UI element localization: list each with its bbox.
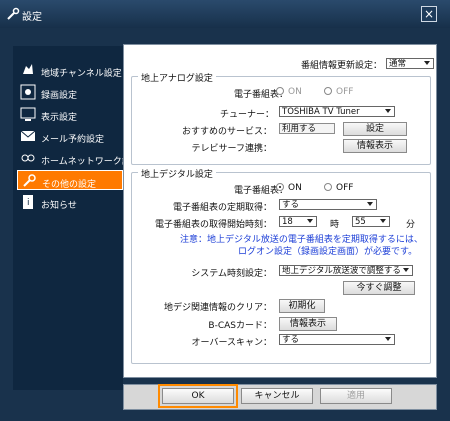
guide-update-label: 番組情報更新設定： xyxy=(300,61,382,71)
svg-text:i: i xyxy=(27,198,30,208)
guide-update-select[interactable]: 通常 xyxy=(386,58,434,69)
window-title: 設定 xyxy=(22,12,42,23)
bcas-label: B-CASカード： xyxy=(208,321,272,331)
chevron-down-icon xyxy=(385,337,391,341)
record-icon xyxy=(20,84,36,100)
minute-unit-label: 分 xyxy=(406,220,416,230)
map-icon xyxy=(23,64,33,74)
sidebar-item-label: 地域チャンネル設定 xyxy=(41,69,122,79)
chevron-down-icon xyxy=(380,219,386,223)
minute-select[interactable]: 55 xyxy=(352,216,390,227)
analog-epg-off-label: OFF xyxy=(336,87,354,97)
sidebar-item-region-channel[interactable]: 地域チャンネル設定 xyxy=(17,60,123,80)
notice-line-2: ログオン設定（録画設定画面）が必要です。 xyxy=(238,247,418,257)
settings-window: 設定 × 地域チャンネル設定 録画設定 表示設定 メール予約設定 ホームネットワ… xyxy=(0,0,450,421)
settings-panel: 番組情報更新設定： 通常 地上アナログ設定 電子番組表： ON OFF チューナ… xyxy=(123,44,437,378)
digital-settings-group: 地上デジタル設定 電子番組表： ON OFF 電子番組表の定期取得： する 電子… xyxy=(131,167,431,364)
system-clock-select[interactable]: 地上デジタル放送波で調整する xyxy=(279,265,413,276)
mail-icon xyxy=(20,130,36,141)
sidebar-item-label: 録画設定 xyxy=(41,91,78,101)
analog-epg-off-radio[interactable] xyxy=(324,87,332,95)
sidebar-item-mail-reservation[interactable]: メール予約設定 xyxy=(17,126,123,146)
telesurf-info-button[interactable]: 情報表示 xyxy=(343,139,407,153)
digital-epg-off-radio[interactable] xyxy=(324,183,332,191)
apply-button[interactable]: 適用 xyxy=(320,388,392,404)
analog-settings-group: 地上アナログ設定 電子番組表： ON OFF チューナー： TOSHIBA TV… xyxy=(131,71,431,165)
sidebar-item-recording[interactable]: 録画設定 xyxy=(17,82,123,102)
chevron-down-icon xyxy=(307,219,313,223)
digital-group-title: 地上デジタル設定 xyxy=(138,167,216,180)
chevron-down-icon xyxy=(385,109,391,113)
close-button[interactable]: × xyxy=(421,6,437,22)
recommend-service-field: 利用する xyxy=(279,123,335,134)
digital-epg-off-label: OFF xyxy=(336,183,354,193)
digital-epg-on-radio[interactable] xyxy=(276,183,284,191)
analog-group-title: 地上アナログ設定 xyxy=(138,71,216,84)
hour-unit-label: 時 xyxy=(330,220,340,230)
periodic-fetch-label: 電子番組表の定期取得： xyxy=(172,203,272,213)
info-icon: i xyxy=(23,195,33,209)
fetch-start-time-label: 電子番組表の取得開始時刻： xyxy=(154,220,272,230)
chevron-down-icon xyxy=(367,202,373,206)
telesurf-label: テレビサーフ連携： xyxy=(191,144,272,154)
analog-epg-on-radio[interactable] xyxy=(276,87,284,95)
bcas-info-button[interactable]: 情報表示 xyxy=(279,317,337,331)
periodic-fetch-select[interactable]: する xyxy=(279,199,377,210)
hour-select[interactable]: 18 xyxy=(279,216,317,227)
digital-epg-on-label: ON xyxy=(288,183,302,193)
system-clock-label: システム時刻設定： xyxy=(191,269,272,279)
overscan-select[interactable]: する xyxy=(279,334,395,345)
display-icon xyxy=(20,107,36,121)
chevron-down-icon xyxy=(403,268,409,272)
sidebar-item-label: その他の設定 xyxy=(42,180,97,190)
title-bar: 設定 × xyxy=(0,0,450,28)
network-icon xyxy=(21,154,35,162)
sidebar: 地域チャンネル設定 録画設定 表示設定 メール予約設定 ホームネットワーク設定 … xyxy=(13,46,140,390)
wrench-icon xyxy=(7,7,20,20)
sidebar-item-display[interactable]: 表示設定 xyxy=(17,104,123,124)
adjust-now-button[interactable]: 今すぐ調整 xyxy=(343,281,415,295)
cancel-button[interactable]: キャンセル xyxy=(241,388,313,404)
wrench-icon xyxy=(23,174,36,187)
sidebar-item-notice[interactable]: i お知らせ xyxy=(17,192,123,212)
tuner-select[interactable]: TOSHIBA TV Tuner xyxy=(279,106,395,117)
tuner-label: チューナー： xyxy=(219,110,274,120)
recommend-service-label: おすすめのサービス： xyxy=(181,127,272,137)
recommend-settings-button[interactable]: 設定 xyxy=(343,122,407,136)
clear-info-label: 地デジ関連情報のクリア： xyxy=(163,303,272,313)
analog-epg-on-label: ON xyxy=(288,87,302,97)
sidebar-item-home-network[interactable]: ホームネットワーク設定 xyxy=(17,148,140,168)
initialize-button[interactable]: 初期化 xyxy=(279,299,325,313)
sidebar-item-label: 表示設定 xyxy=(41,113,78,123)
sidebar-item-label: お知らせ xyxy=(41,201,77,211)
dialog-button-bar: OK キャンセル 適用 xyxy=(123,384,437,410)
notice-line-1: 注意：地上デジタル放送の電子番組表を定期取得するには、 xyxy=(180,235,423,245)
sidebar-item-label: メール予約設定 xyxy=(41,135,105,145)
sidebar-item-other-settings[interactable]: その他の設定 xyxy=(17,170,123,190)
chevron-down-icon xyxy=(424,61,430,65)
ok-button[interactable]: OK xyxy=(158,384,238,408)
overscan-label: オーバースキャン： xyxy=(191,338,272,348)
